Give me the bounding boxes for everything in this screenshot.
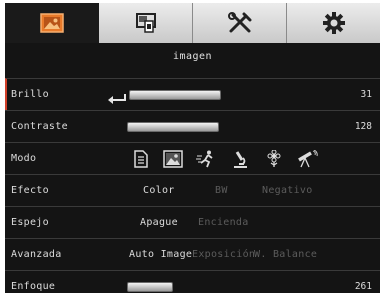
brillo-value: 31 [360,89,372,100]
telescope-icon[interactable] [296,149,318,172]
efecto-option-negativo[interactable]: Negativo [262,185,313,196]
row-brillo[interactable]: Brillo 31 [5,78,380,110]
row-enfoque[interactable]: Enfoque 261 [5,270,380,293]
page-title: imagen [172,51,213,62]
photo-icon[interactable] [163,150,183,172]
row-efecto[interactable]: Efecto Color BW Negativo [5,174,380,206]
avanzada-label: Avanzada [11,249,62,260]
tab-settings[interactable] [287,3,380,43]
row-contraste[interactable]: Contraste 128 [5,110,380,142]
tab-bar [5,3,380,43]
enfoque-slider[interactable] [127,282,173,292]
avanzada-option-exposicion[interactable]: Exposición [192,249,255,260]
row-modo[interactable]: Modo [5,142,380,174]
tab-display[interactable] [99,3,193,43]
osd-menu: imagen Brillo 31 Contraste 128 Modo Efec… [5,3,380,293]
efecto-option-color[interactable]: Color [143,185,175,196]
settings-list: Brillo 31 Contraste 128 Modo Efecto Colo… [5,78,380,293]
tab-tools[interactable] [193,3,287,43]
enfoque-value: 261 [354,281,372,292]
brillo-label: Brillo [11,89,49,100]
row-avanzada[interactable]: Avanzada Auto Image Exposición W. Balanc… [5,238,380,270]
microscope-icon[interactable] [231,150,249,172]
contraste-value: 128 [354,121,372,132]
row-espejo[interactable]: Espejo Apague Encienda [5,206,380,238]
motion-icon[interactable] [196,150,216,172]
efecto-label: Efecto [11,185,49,196]
espejo-option-apague[interactable]: Apague [140,217,178,228]
image-icon [39,13,64,33]
contraste-label: Contraste [11,121,68,132]
avanzada-option-auto-image[interactable]: Auto Image [129,249,192,260]
modo-label: Modo [11,153,37,164]
gear-icon [322,11,346,35]
efecto-option-bw[interactable]: BW [215,185,228,196]
flower-icon[interactable] [266,149,282,172]
enter-icon [107,89,127,108]
espejo-label: Espejo [11,217,49,228]
brillo-slider[interactable] [129,90,221,100]
display-settings-icon [135,12,157,34]
enfoque-label: Enfoque [11,281,56,292]
tools-icon [227,12,253,34]
espejo-option-encienda[interactable]: Encienda [198,217,249,228]
avanzada-option-w-balance[interactable]: W. Balance [254,249,317,260]
document-icon[interactable] [133,150,149,172]
contraste-slider[interactable] [127,122,219,132]
tab-image[interactable] [5,3,99,43]
